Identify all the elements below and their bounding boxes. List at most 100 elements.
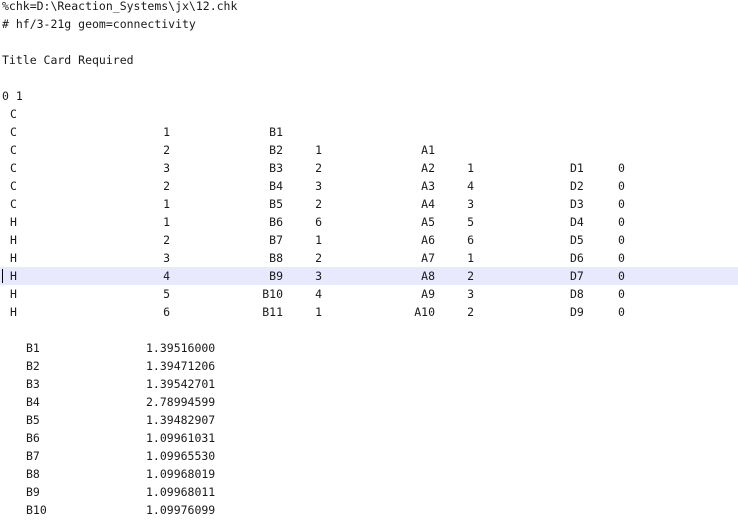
zmatrix-atom: H (10, 269, 17, 283)
blank-line[interactable] (0, 69, 738, 87)
zmatrix-al: A3 (421, 179, 435, 193)
zmatrix-bl: B7 (269, 233, 283, 247)
zmatrix-line[interactable]: C 3 B3 2 A2 1 D1 0 (0, 159, 738, 177)
zmatrix-line[interactable]: H 2 B7 1 A6 6 D5 0 (0, 231, 738, 249)
zmatrix-r1: 1 (163, 215, 170, 229)
zmatrix-line[interactable]: H 3 B8 2 A7 1 D6 0 (0, 249, 738, 267)
zmatrix-bl: B3 (269, 161, 283, 175)
zmatrix-bl: B4 (269, 179, 283, 193)
variable-line[interactable]: B8 1.09968019 (0, 465, 738, 483)
zmatrix-r2: 2 (315, 251, 322, 265)
zmatrix-r1: 2 (163, 233, 170, 247)
zmatrix-r1: 1 (163, 197, 170, 211)
zmatrix-bl: B10 (262, 287, 283, 301)
variable-line[interactable]: B2 1.39471206 (0, 357, 738, 375)
zmatrix-f: 0 (618, 269, 625, 283)
title-line[interactable]: Title Card Required (0, 51, 738, 69)
zmatrix-atom: C (10, 107, 17, 121)
zmatrix-r3: 6 (467, 233, 474, 247)
zmatrix-dl: D1 (570, 161, 584, 175)
variable-line[interactable]: B1 1.39516000 (0, 339, 738, 357)
zmatrix-bl: B5 (269, 197, 283, 211)
variable-name: B8 (26, 467, 40, 481)
variable-name: B6 (26, 431, 40, 445)
zmatrix-dl: D4 (570, 215, 584, 229)
zmatrix-line[interactable]: C 1 B1 (0, 123, 738, 141)
zmatrix-bl: B1 (269, 125, 283, 139)
variable-line[interactable]: B4 2.78994599 (0, 393, 738, 411)
zmatrix-r1: 3 (163, 251, 170, 265)
zmatrix-atom: H (10, 233, 17, 247)
zmatrix-r1: 6 (163, 305, 170, 319)
text-editor[interactable]: %chk=D:\Reaction_Systems\jx\12.chk # hf/… (0, 0, 738, 520)
zmatrix-line[interactable]: H 1 B6 6 A5 5 D4 0 (0, 213, 738, 231)
zmatrix-line[interactable]: C (0, 105, 738, 123)
zmatrix-r3: 5 (467, 215, 474, 229)
zmatrix-dl: D3 (570, 197, 584, 211)
variable-name: B2 (26, 359, 40, 373)
zmatrix-line[interactable]: C 2 B4 3 A3 4 D2 0 (0, 177, 738, 195)
zmatrix-r2: 1 (315, 143, 322, 157)
charge-mult-line[interactable]: 0 1 (0, 87, 738, 105)
variable-line[interactable]: B6 1.09961031 (0, 429, 738, 447)
zmatrix-r3: 2 (467, 305, 474, 319)
variable-line[interactable]: B3 1.39542701 (0, 375, 738, 393)
chk-line[interactable]: %chk=D:\Reaction_Systems\jx\12.chk (0, 0, 738, 15)
zmatrix-f: 0 (618, 161, 625, 175)
zmatrix-bl: B11 (262, 305, 283, 319)
variable-name: B1 (26, 341, 40, 355)
zmatrix-al: A5 (421, 215, 435, 229)
zmatrix-atom: H (10, 251, 17, 265)
zmatrix-f: 0 (618, 233, 625, 247)
variable-line[interactable]: B10 1.09976099 (0, 501, 738, 519)
zmatrix-line[interactable]: C 1 B5 2 A4 3 D3 0 (0, 195, 738, 213)
zmatrix-atom: C (10, 161, 17, 175)
zmatrix-r2: 1 (315, 305, 322, 319)
zmatrix-r3: 1 (467, 251, 474, 265)
zmatrix-r2: 3 (315, 179, 322, 193)
variable-line[interactable]: B9 1.09968011 (0, 483, 738, 501)
variable-line[interactable]: B7 1.09965530 (0, 447, 738, 465)
zmatrix-r2: 2 (315, 161, 322, 175)
zmatrix-line[interactable]: H 4 B9 3 A8 2 D7 0 (0, 267, 738, 285)
zmatrix-r1: 4 (163, 269, 170, 283)
zmatrix-atom: C (10, 179, 17, 193)
zmatrix-r2: 6 (315, 215, 322, 229)
zmatrix-dl: D8 (570, 287, 584, 301)
zmatrix-line[interactable]: H 5 B10 4 A9 3 D8 0 (0, 285, 738, 303)
variable-value: 1.39471206 (146, 359, 216, 373)
route-line[interactable]: # hf/3-21g geom=connectivity (0, 15, 738, 33)
variable-value: 1.39482907 (146, 413, 216, 427)
zmatrix-r2: 4 (315, 287, 322, 301)
zmatrix-r1: 2 (163, 143, 170, 157)
variable-value: 2.78994599 (146, 395, 216, 409)
zmatrix-atom: C (10, 143, 17, 157)
variable-value: 1.39516000 (146, 341, 216, 355)
zmatrix-al: A9 (421, 287, 435, 301)
zmatrix-r3: 3 (467, 197, 474, 211)
zmatrix-bl: B6 (269, 215, 283, 229)
charge-mult-text: 0 1 (2, 89, 23, 103)
variable-value: 1.09968011 (146, 485, 216, 499)
zmatrix-al: A4 (421, 197, 435, 211)
zmatrix-r3: 4 (467, 179, 474, 193)
zmatrix-r1: 1 (163, 125, 170, 139)
zmatrix-atom: H (10, 215, 17, 229)
variable-line[interactable]: B5 1.39482907 (0, 411, 738, 429)
zmatrix-bl: B2 (269, 143, 283, 157)
zmatrix-f: 0 (618, 251, 625, 265)
title-text: Title Card Required (2, 53, 134, 67)
zmatrix-al: A6 (421, 233, 435, 247)
zmatrix-atom: C (10, 197, 17, 211)
zmatrix-f: 0 (618, 179, 625, 193)
zmatrix-line[interactable]: H 6 B11 1 A10 2 D9 0 (0, 303, 738, 321)
zmatrix-atom: H (10, 287, 17, 301)
zmatrix-atom: C (10, 125, 17, 139)
zmatrix-r3: 2 (467, 269, 474, 283)
zmatrix-f: 0 (618, 197, 625, 211)
zmatrix-line[interactable]: C 2 B2 1 A1 (0, 141, 738, 159)
blank-line[interactable] (0, 33, 738, 51)
variable-value: 1.09968019 (146, 467, 216, 481)
variable-name: B4 (26, 395, 40, 409)
zmatrix-dl: D5 (570, 233, 584, 247)
